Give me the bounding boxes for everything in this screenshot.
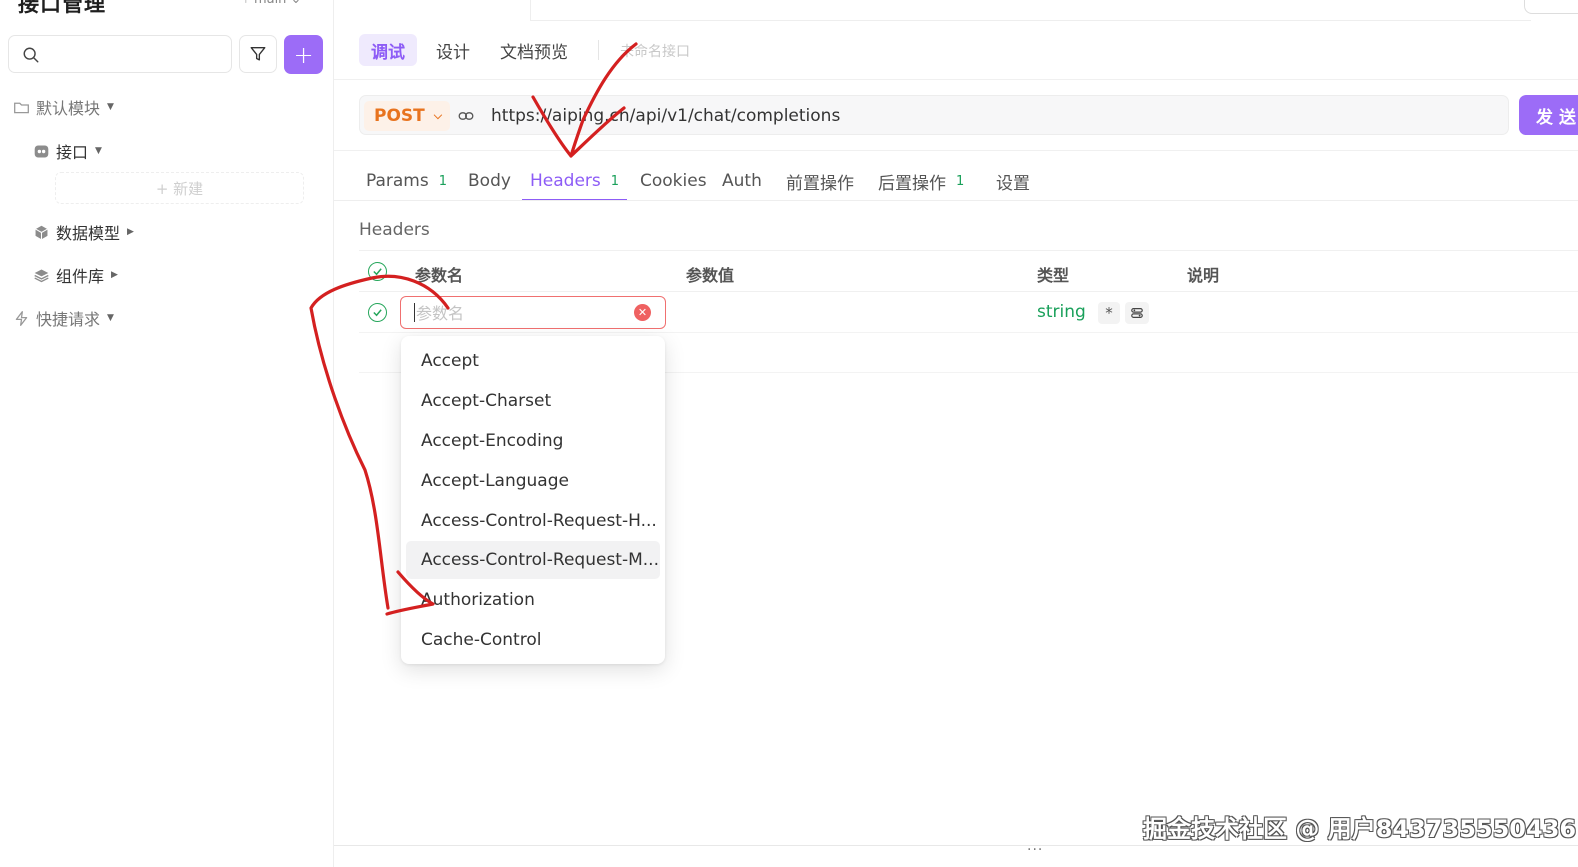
row-enable-checkbox[interactable] bbox=[368, 303, 387, 322]
caret-down-icon: ▼ bbox=[95, 146, 102, 156]
divider bbox=[334, 845, 1578, 846]
divider bbox=[359, 332, 1578, 333]
api-icon bbox=[34, 145, 49, 157]
tab-body[interactable]: Body bbox=[468, 163, 511, 199]
param-name-field[interactable] bbox=[400, 296, 666, 329]
new-api-button[interactable]: + 新建 bbox=[55, 172, 304, 204]
lightning-icon bbox=[15, 310, 28, 326]
more-settings-icon[interactable] bbox=[1125, 302, 1149, 324]
header-suggestion-dropdown: Accept Accept-Charset Accept-Encoding Ac… bbox=[401, 336, 665, 664]
chevron-down-icon: ⌵ bbox=[433, 109, 443, 122]
tab-pre-operations[interactable]: 前置操作 bbox=[786, 163, 854, 199]
search-box[interactable] bbox=[8, 35, 232, 73]
api-name[interactable]: 未命名接口 bbox=[620, 41, 690, 61]
caret-right-icon: ▶ bbox=[111, 270, 118, 280]
sidebar-item-default-module[interactable]: 默认模块 ▼ bbox=[13, 95, 114, 119]
suggestion-item[interactable]: Accept-Language bbox=[406, 462, 660, 500]
required-icon[interactable]: * bbox=[1098, 302, 1120, 324]
sidebar-item-label: 默认模块 bbox=[36, 99, 101, 118]
filter-icon bbox=[250, 47, 266, 61]
tab-label: Body bbox=[468, 171, 511, 191]
clear-icon[interactable]: ✕ bbox=[634, 304, 651, 321]
tab-post-operations[interactable]: 后置操作 1 bbox=[878, 163, 964, 199]
divider bbox=[334, 150, 1578, 151]
link-icon[interactable] bbox=[451, 103, 481, 129]
check-icon bbox=[373, 268, 382, 276]
environment-selector[interactable] bbox=[1524, 0, 1578, 14]
suggestion-item[interactable]: Cache-Control bbox=[406, 621, 660, 659]
top-tab-strip bbox=[530, 0, 1531, 21]
tab-label: Params bbox=[366, 171, 429, 191]
suggestion-item[interactable]: Accept bbox=[406, 342, 660, 380]
layers-icon bbox=[34, 269, 49, 282]
column-header-type: 类型 bbox=[1037, 266, 1070, 285]
sidebar-item-label: 数据模型 bbox=[56, 224, 121, 243]
section-title: Headers bbox=[359, 220, 430, 240]
sidebar-item-api[interactable]: 接口 ▼ bbox=[33, 139, 102, 163]
column-header-name: 参数名 bbox=[415, 266, 464, 285]
tab-count: 1 bbox=[956, 173, 965, 189]
cube-icon bbox=[35, 225, 48, 239]
tab-settings[interactable]: 设置 bbox=[996, 163, 1030, 199]
suggestion-item[interactable]: Accept-Charset bbox=[406, 382, 660, 420]
search-icon bbox=[23, 47, 39, 63]
tab-label: 前置操作 bbox=[786, 173, 854, 194]
tab-debug[interactable]: 调试 bbox=[359, 34, 417, 66]
branch-selector[interactable]: ⑂ main ⌄ bbox=[242, 0, 301, 7]
param-name-input[interactable] bbox=[414, 303, 628, 323]
tab-params[interactable]: Params 1 bbox=[366, 163, 447, 199]
tab-label: 后置操作 bbox=[878, 173, 946, 194]
tab-label: Headers bbox=[530, 171, 601, 191]
sidebar-item-label: 组件库 bbox=[56, 267, 105, 286]
tab-count: 1 bbox=[610, 173, 620, 189]
add-button[interactable]: + bbox=[284, 35, 323, 74]
app-title: 接口管理 bbox=[18, 0, 106, 16]
branch-label: main bbox=[254, 0, 286, 7]
method-select[interactable]: POST ⌵ bbox=[364, 101, 451, 131]
param-type[interactable]: string bbox=[1037, 302, 1086, 322]
caret-down-icon: ▼ bbox=[107, 102, 114, 112]
search-input[interactable] bbox=[49, 44, 223, 66]
tab-count: 1 bbox=[438, 173, 448, 189]
send-button[interactable]: 发送 bbox=[1519, 95, 1578, 135]
divider bbox=[334, 200, 1578, 201]
caret-down-icon: ▼ bbox=[107, 313, 114, 323]
sidebar-item-quick-request[interactable]: 快捷请求 ▼ bbox=[13, 306, 114, 330]
link-glyph bbox=[458, 112, 474, 120]
check-icon bbox=[373, 309, 382, 317]
tab-headers[interactable]: Headers 1 bbox=[522, 163, 628, 201]
tab-label: 设置 bbox=[996, 173, 1030, 194]
text-caret bbox=[414, 303, 415, 322]
divider bbox=[359, 250, 1578, 251]
sidebar bbox=[0, 0, 334, 867]
tab-label: Auth bbox=[722, 171, 762, 191]
suggestion-item[interactable]: Authorization bbox=[406, 581, 660, 619]
sidebar-item-label: 快捷请求 bbox=[36, 310, 101, 329]
tab-label: Cookies bbox=[640, 171, 707, 191]
sidebar-item-data-models[interactable]: 数据模型 ▶ bbox=[33, 220, 134, 244]
divider bbox=[598, 40, 599, 60]
watermark: 掘金技术社区 @ 用户843735550436 bbox=[1143, 815, 1577, 843]
folder-icon bbox=[14, 102, 29, 113]
url-input[interactable]: https://aiping.cn/api/v1/chat/completion… bbox=[491, 106, 840, 126]
sidebar-item-label: 接口 bbox=[56, 143, 89, 162]
suggestion-item[interactable]: Accept-Encoding bbox=[406, 422, 660, 460]
method-label: POST bbox=[374, 106, 425, 126]
column-header-value: 参数值 bbox=[686, 266, 735, 285]
column-header-description: 说明 bbox=[1187, 266, 1220, 285]
tab-auth[interactable]: Auth bbox=[722, 163, 762, 199]
divider bbox=[334, 79, 1578, 80]
caret-right-icon: ▶ bbox=[127, 227, 134, 237]
tab-cookies[interactable]: Cookies bbox=[640, 163, 707, 199]
suggestion-item[interactable]: Access-Control-Request-H... bbox=[406, 502, 660, 540]
sidebar-item-components[interactable]: 组件库 ▶ bbox=[33, 263, 118, 287]
resize-handle[interactable]: ... bbox=[1027, 838, 1043, 854]
toggle-glyph bbox=[1131, 308, 1143, 318]
select-all-checkbox[interactable] bbox=[368, 262, 387, 281]
divider bbox=[359, 291, 1578, 292]
tab-doc-preview[interactable]: 文档预览 bbox=[488, 34, 580, 66]
filter-button[interactable] bbox=[239, 35, 277, 73]
suggestion-item-highlighted[interactable]: Access-Control-Request-M... bbox=[406, 541, 660, 579]
tab-design[interactable]: 设计 bbox=[424, 34, 482, 66]
